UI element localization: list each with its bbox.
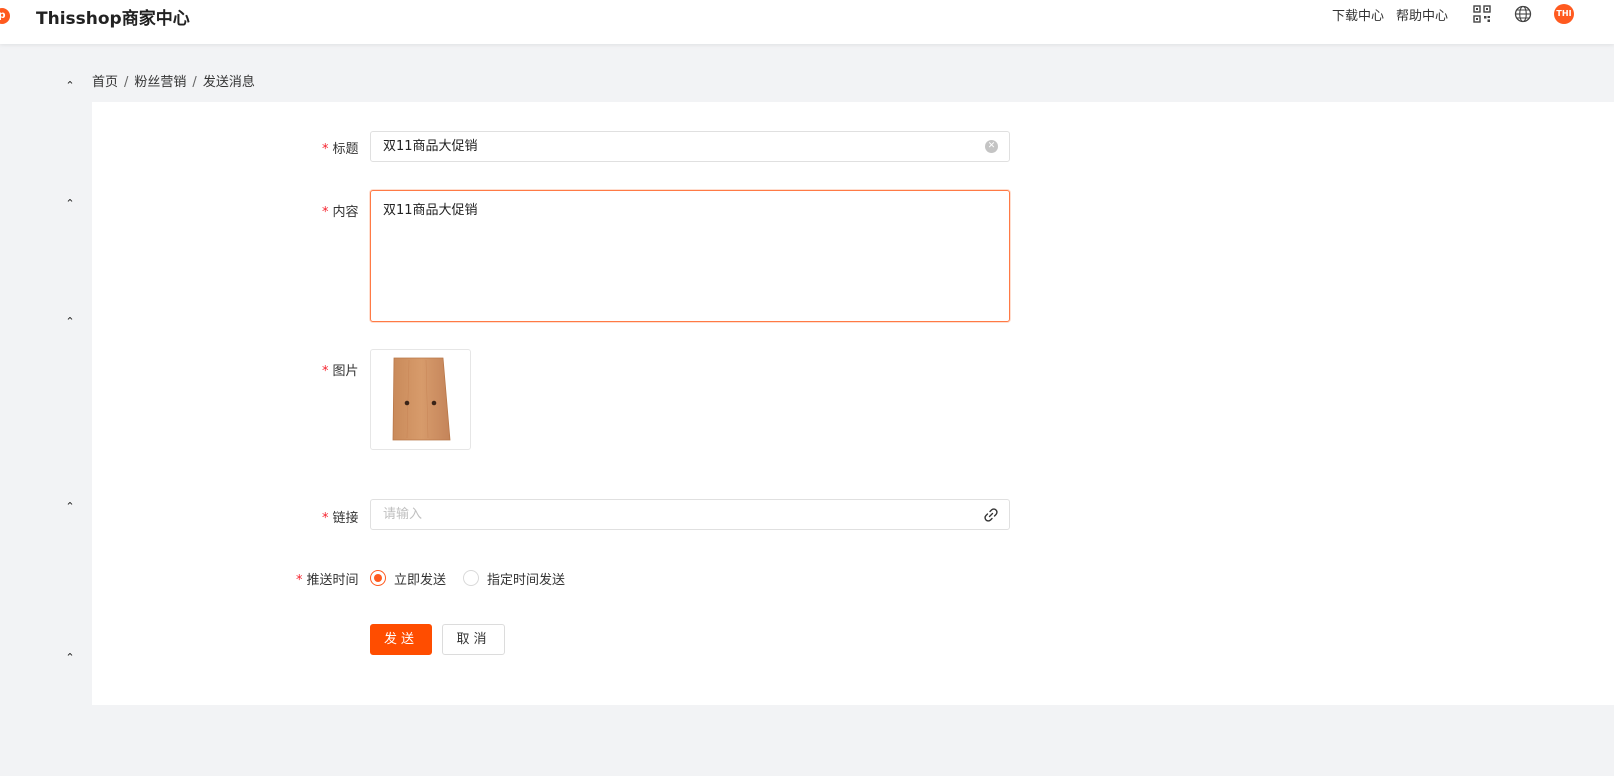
wooden-board-image xyxy=(392,357,451,441)
cancel-button[interactable]: 取消 xyxy=(442,624,505,655)
content-textarea-value: 双11商品大促销 xyxy=(383,203,478,218)
sidebar-collapse-caret[interactable]: ⌃ xyxy=(63,652,77,664)
image-label-text: 图片 xyxy=(332,364,359,379)
help-center-link[interactable]: 帮助中心 xyxy=(1396,5,1448,24)
top-header: p Thisshop商家中心 下载中心 帮助中心 THI xyxy=(0,0,1614,44)
sidebar-collapse-caret[interactable]: ⌃ xyxy=(63,501,77,513)
breadcrumb-fan-marketing[interactable]: 粉丝营销 xyxy=(134,75,186,90)
breadcrumb-home[interactable]: 首页 xyxy=(92,75,118,90)
content-label-text: 内容 xyxy=(332,205,359,220)
globe-icon[interactable] xyxy=(1514,5,1532,23)
send-button[interactable]: 发送 xyxy=(370,624,432,655)
required-mark: * xyxy=(322,205,329,220)
link-label-text: 链接 xyxy=(332,511,359,526)
link-input[interactable]: 请输入 xyxy=(370,499,1010,530)
sidebar-collapse-caret[interactable]: ⌃ xyxy=(63,316,77,328)
breadcrumb-separator: / xyxy=(192,75,197,90)
required-mark: * xyxy=(296,573,303,588)
download-center-link[interactable]: 下载中心 xyxy=(1332,5,1384,24)
content-label: * 内容 xyxy=(322,201,359,220)
breadcrumb: 首页 / 粉丝营销 / 发送消息 xyxy=(92,71,255,90)
uploaded-image-thumbnail[interactable] xyxy=(370,349,471,450)
sidebar-collapse-caret[interactable]: ⌃ xyxy=(63,198,77,210)
link-input-placeholder: 请输入 xyxy=(383,507,423,522)
clear-icon[interactable]: ✕ xyxy=(985,140,998,153)
required-mark: * xyxy=(322,364,329,379)
required-mark: * xyxy=(322,142,329,157)
qrcode-icon[interactable] xyxy=(1473,5,1491,23)
breadcrumb-separator: / xyxy=(124,75,129,90)
content-textarea[interactable]: 双11商品大促销 xyxy=(370,190,1010,322)
user-avatar[interactable]: THI xyxy=(1554,4,1574,24)
radio-scheduled-label[interactable]: 指定时间发送 xyxy=(487,569,565,588)
title-label: * 标题 xyxy=(322,138,359,157)
title-label-text: 标题 xyxy=(332,142,359,157)
image-label: * 图片 xyxy=(322,360,359,379)
title-input[interactable]: 双11商品大促销 ✕ xyxy=(370,131,1010,162)
link-label: * 链接 xyxy=(322,507,359,526)
radio-send-now[interactable] xyxy=(370,570,386,586)
push-time-label: * 推送时间 xyxy=(296,569,359,588)
brand-logo[interactable]: p xyxy=(0,8,10,24)
title-input-value: 双11商品大促销 xyxy=(383,139,478,154)
push-time-label-text: 推送时间 xyxy=(306,573,359,588)
sidebar-collapse-caret[interactable]: ⌃ xyxy=(63,80,77,92)
app-title[interactable]: Thisshop商家中心 xyxy=(36,4,190,29)
link-icon[interactable] xyxy=(983,507,999,523)
radio-send-now-label[interactable]: 立即发送 xyxy=(394,569,446,588)
radio-scheduled[interactable] xyxy=(463,570,479,586)
required-mark: * xyxy=(322,511,329,526)
breadcrumb-send-message: 发送消息 xyxy=(202,75,255,90)
